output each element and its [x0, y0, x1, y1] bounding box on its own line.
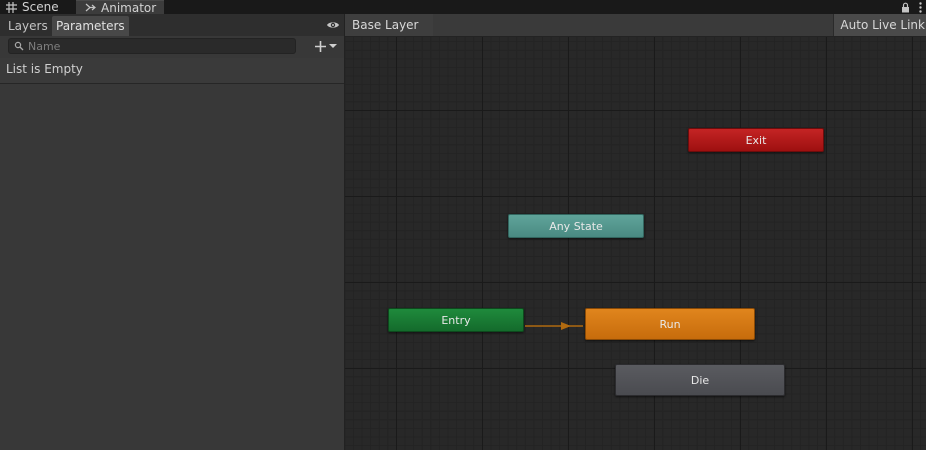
parameters-panel: Layers Parameters List is Empty	[0, 14, 344, 450]
chevron-down-icon	[329, 44, 337, 48]
grid-icon	[6, 1, 17, 13]
parameter-list: List is Empty	[0, 58, 344, 84]
add-parameter-button[interactable]	[314, 39, 340, 53]
list-empty-text: List is Empty	[6, 62, 83, 76]
transition-arrow-entry-to-run[interactable]	[525, 321, 587, 331]
search-row	[0, 36, 344, 56]
panel-tabs: Layers Parameters	[0, 14, 344, 37]
search-input[interactable]	[24, 39, 295, 53]
breadcrumb-arrow	[422, 14, 430, 36]
breadcrumb-base-layer[interactable]: Base Layer	[345, 14, 433, 36]
state-node-any-state[interactable]: Any State	[508, 214, 644, 238]
search-field[interactable]	[8, 38, 296, 54]
tab-scene-label: Scene	[22, 0, 59, 14]
plus-icon	[315, 40, 326, 52]
state-machine-graph[interactable]: Base Layer Auto Live Link Exit Any State…	[344, 14, 926, 450]
window-tab-strip: Scene Animator	[0, 0, 926, 15]
tab-scene[interactable]: Scene	[6, 0, 59, 14]
state-node-entry[interactable]: Entry	[388, 308, 524, 332]
tab-layers[interactable]: Layers	[4, 16, 52, 36]
state-node-exit[interactable]: Exit	[688, 128, 824, 152]
animator-icon	[85, 3, 96, 12]
search-icon	[14, 41, 24, 51]
more-options-icon[interactable]	[919, 1, 922, 13]
eye-icon[interactable]	[326, 18, 340, 32]
state-node-die[interactable]: Die	[615, 364, 785, 396]
auto-live-link-button[interactable]: Auto Live Link	[833, 14, 926, 36]
window-controls	[901, 0, 922, 14]
lock-icon[interactable]	[901, 2, 910, 13]
state-node-run[interactable]: Run	[585, 308, 755, 340]
tab-animator-label: Animator	[101, 0, 157, 15]
graph-toolbar: Base Layer Auto Live Link	[345, 14, 926, 37]
tab-parameters[interactable]: Parameters	[52, 16, 129, 36]
tab-animator[interactable]: Animator	[76, 0, 164, 15]
